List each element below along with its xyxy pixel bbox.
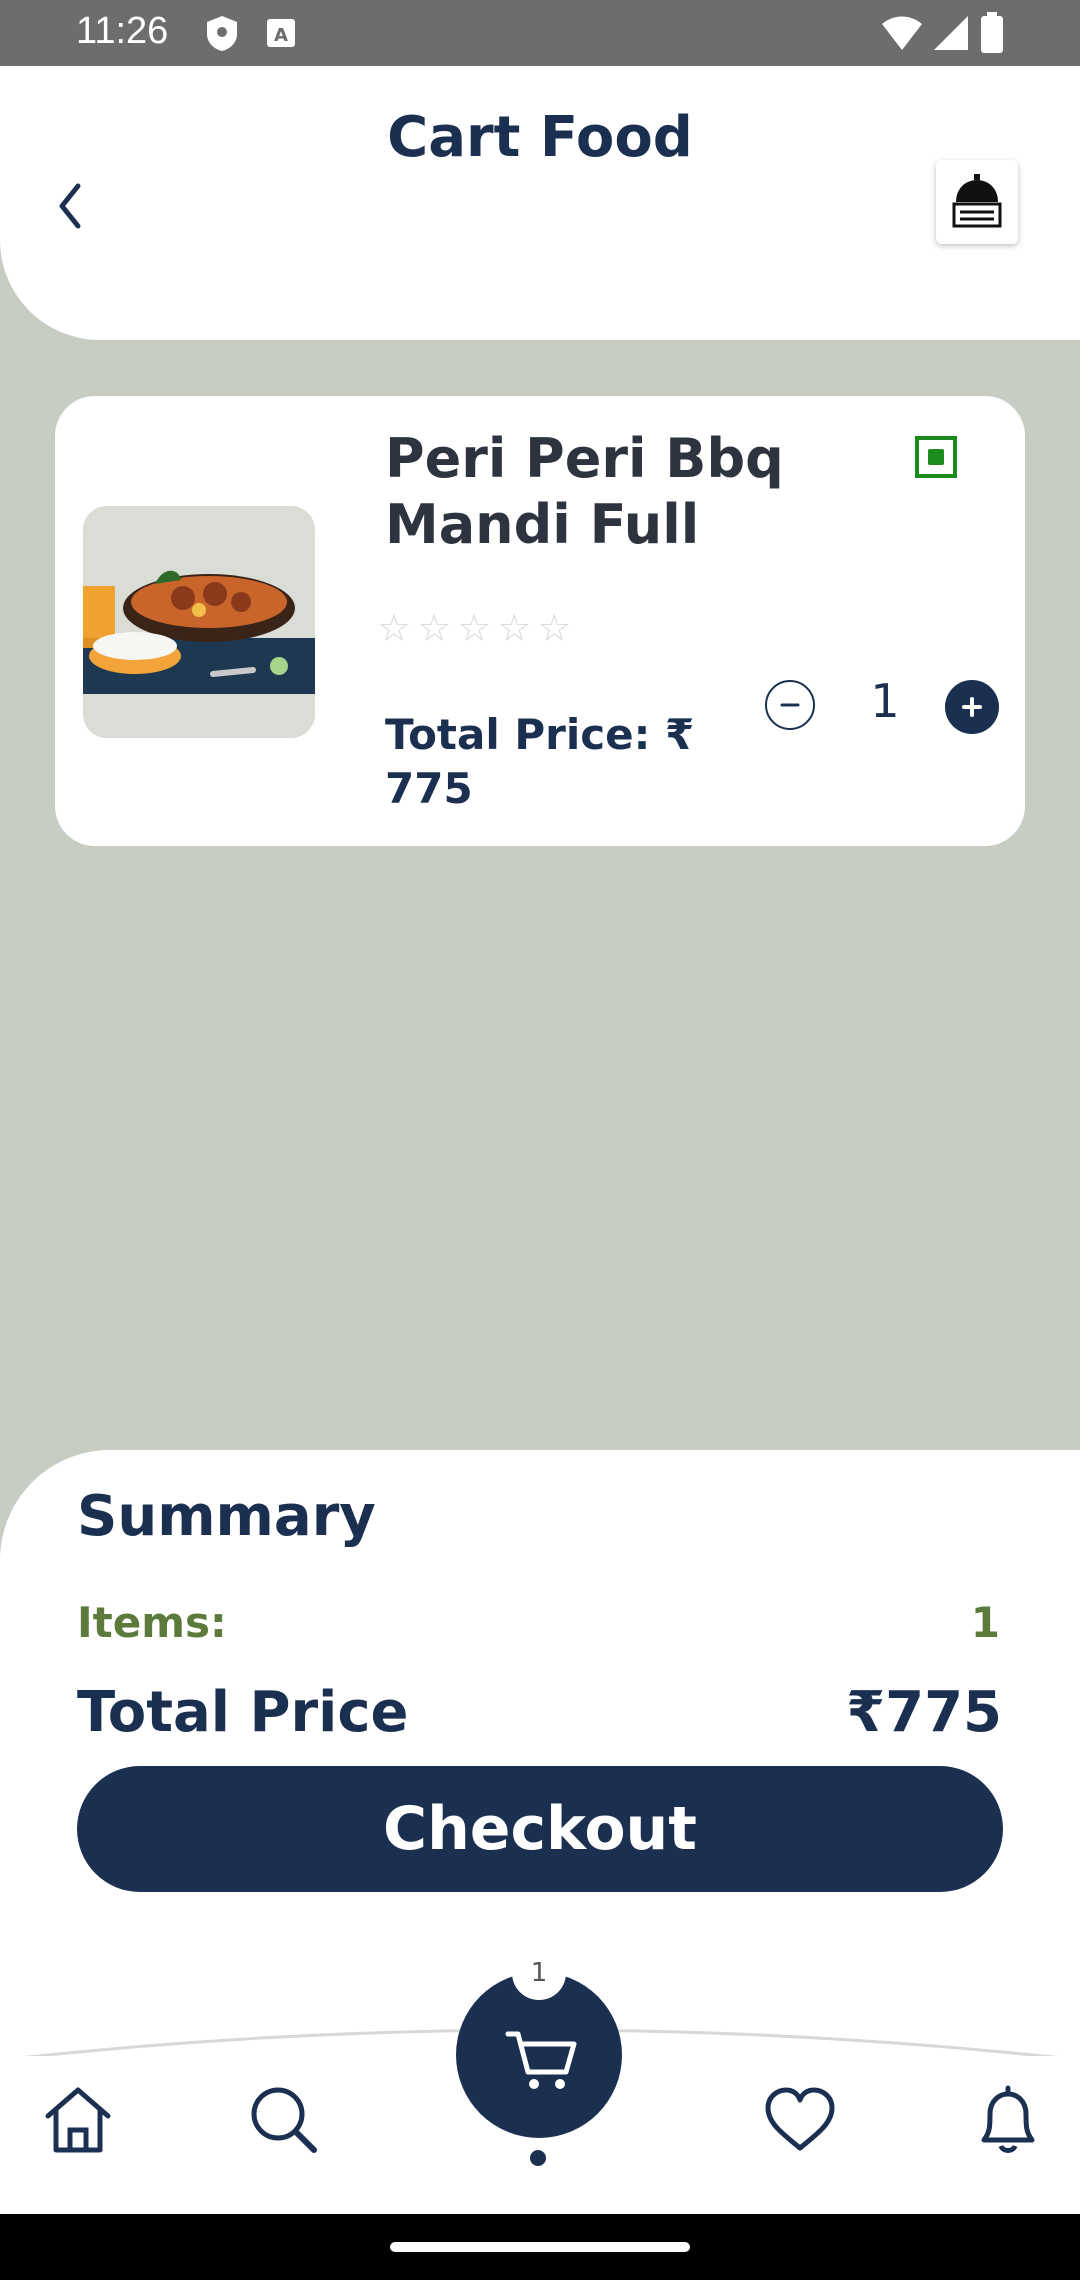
signal-icon xyxy=(934,16,968,50)
active-tab-indicator xyxy=(530,2150,546,2166)
battery-icon xyxy=(981,12,1003,53)
search-icon xyxy=(251,2087,317,2153)
food-illustration xyxy=(83,506,315,738)
total-price-value: ₹775 xyxy=(846,1680,1002,1745)
food-name: Peri Peri Bbq Mandi Full xyxy=(385,427,784,556)
food-image xyxy=(83,506,315,738)
cart-count-badge: 1 xyxy=(512,1946,566,2000)
status-time: 11:26 xyxy=(76,10,169,52)
home-icon xyxy=(45,2087,111,2153)
quantity-value: 1 xyxy=(870,674,900,728)
minus-icon xyxy=(780,703,800,707)
bell-icon xyxy=(981,2085,1035,2153)
decrease-quantity-button[interactable] xyxy=(765,680,815,730)
wifi-icon xyxy=(882,16,922,50)
nav-notifications[interactable] xyxy=(968,2080,1048,2160)
plus-icon xyxy=(962,697,982,717)
chevron-left-icon xyxy=(59,183,81,229)
summary-title: Summary xyxy=(77,1484,376,1549)
veg-indicator-dot xyxy=(928,449,944,465)
shield-icon xyxy=(207,16,237,51)
items-label: Items: xyxy=(77,1598,227,1647)
heart-icon xyxy=(765,2087,835,2151)
cart-item-card: Peri Peri Bbq Mandi Full ☆☆☆☆☆ Total Pri… xyxy=(55,396,1025,846)
checkout-button[interactable]: Checkout xyxy=(77,1766,1003,1892)
nav-search[interactable] xyxy=(244,2080,324,2160)
svg-text:A: A xyxy=(274,25,288,46)
nav-home[interactable] xyxy=(38,2080,118,2160)
items-count: 1 xyxy=(970,1598,1000,1647)
back-button[interactable] xyxy=(40,170,100,240)
home-gesture-handle[interactable] xyxy=(390,2242,690,2252)
nav-favorites[interactable] xyxy=(760,2080,840,2160)
veg-indicator-icon xyxy=(915,436,957,478)
page-title: Cart Food xyxy=(387,105,693,170)
item-total-price: Total Price: ₹ 775 xyxy=(385,710,695,813)
food-cloche-menu-icon xyxy=(952,174,1002,228)
rating-stars: ☆☆☆☆☆ xyxy=(377,606,578,650)
increase-quantity-button[interactable] xyxy=(945,680,999,734)
total-price-label: Total Price xyxy=(77,1680,409,1745)
menu-button[interactable] xyxy=(936,160,1018,244)
keyboard-a-icon: A xyxy=(267,19,295,47)
status-bar: 11:26 A xyxy=(0,0,1080,66)
